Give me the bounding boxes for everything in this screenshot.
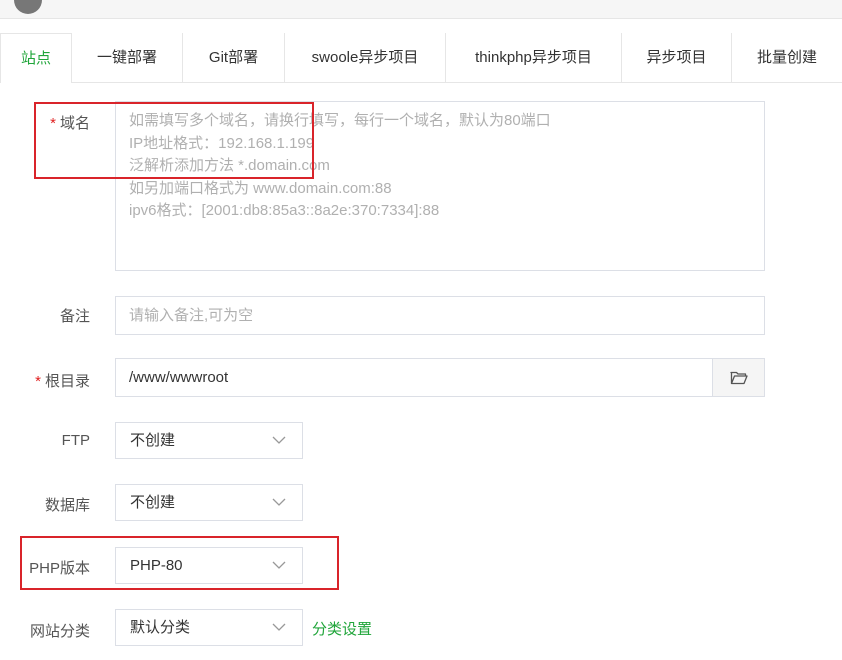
database-label: 数据库: [44, 497, 90, 514]
top-bar: [0, 0, 842, 19]
folder-icon: [729, 371, 748, 385]
remark-label: 备注: [59, 308, 90, 325]
ftp-select[interactable]: 不创建: [115, 422, 303, 459]
chevron-down-icon: [272, 436, 286, 444]
category-settings-link[interactable]: 分类设置: [312, 618, 372, 639]
category-select[interactable]: 默认分类: [115, 609, 303, 646]
tab-git-deploy[interactable]: Git部署: [183, 33, 285, 82]
folder-select-button[interactable]: [712, 358, 765, 397]
highlight-box-domain: [34, 102, 314, 179]
root-label: * 根目录: [10, 370, 90, 391]
tab-swoole-project[interactable]: swoole异步项目: [285, 33, 446, 82]
category-label: 网站分类: [29, 623, 90, 640]
tab-bar: 站点 一键部署 Git部署 swoole异步项目 thinkphp异步项目 异步…: [0, 33, 842, 83]
remark-input[interactable]: 请输入备注,可为空: [115, 296, 765, 335]
required-mark: *: [35, 373, 41, 390]
database-select[interactable]: 不创建: [115, 484, 303, 521]
highlight-box-php-version: [20, 536, 339, 590]
root-path-input[interactable]: /www/wwwroot: [115, 358, 713, 397]
tab-async-project[interactable]: 异步项目: [622, 33, 732, 82]
tab-thinkphp-project[interactable]: thinkphp异步项目: [446, 33, 622, 82]
database-select-value: 不创建: [130, 494, 176, 511]
ftp-label: FTP: [61, 432, 90, 449]
root-label-text: 根目录: [44, 373, 90, 390]
chevron-down-icon: [272, 623, 286, 631]
category-select-value: 默认分类: [130, 619, 191, 636]
tab-site[interactable]: 站点: [0, 33, 72, 83]
ftp-select-value: 不创建: [130, 432, 176, 449]
tab-batch-create[interactable]: 批量创建: [732, 33, 842, 82]
avatar: [14, 0, 42, 14]
chevron-down-icon: [272, 498, 286, 506]
tab-one-click-deploy[interactable]: 一键部署: [72, 33, 183, 82]
